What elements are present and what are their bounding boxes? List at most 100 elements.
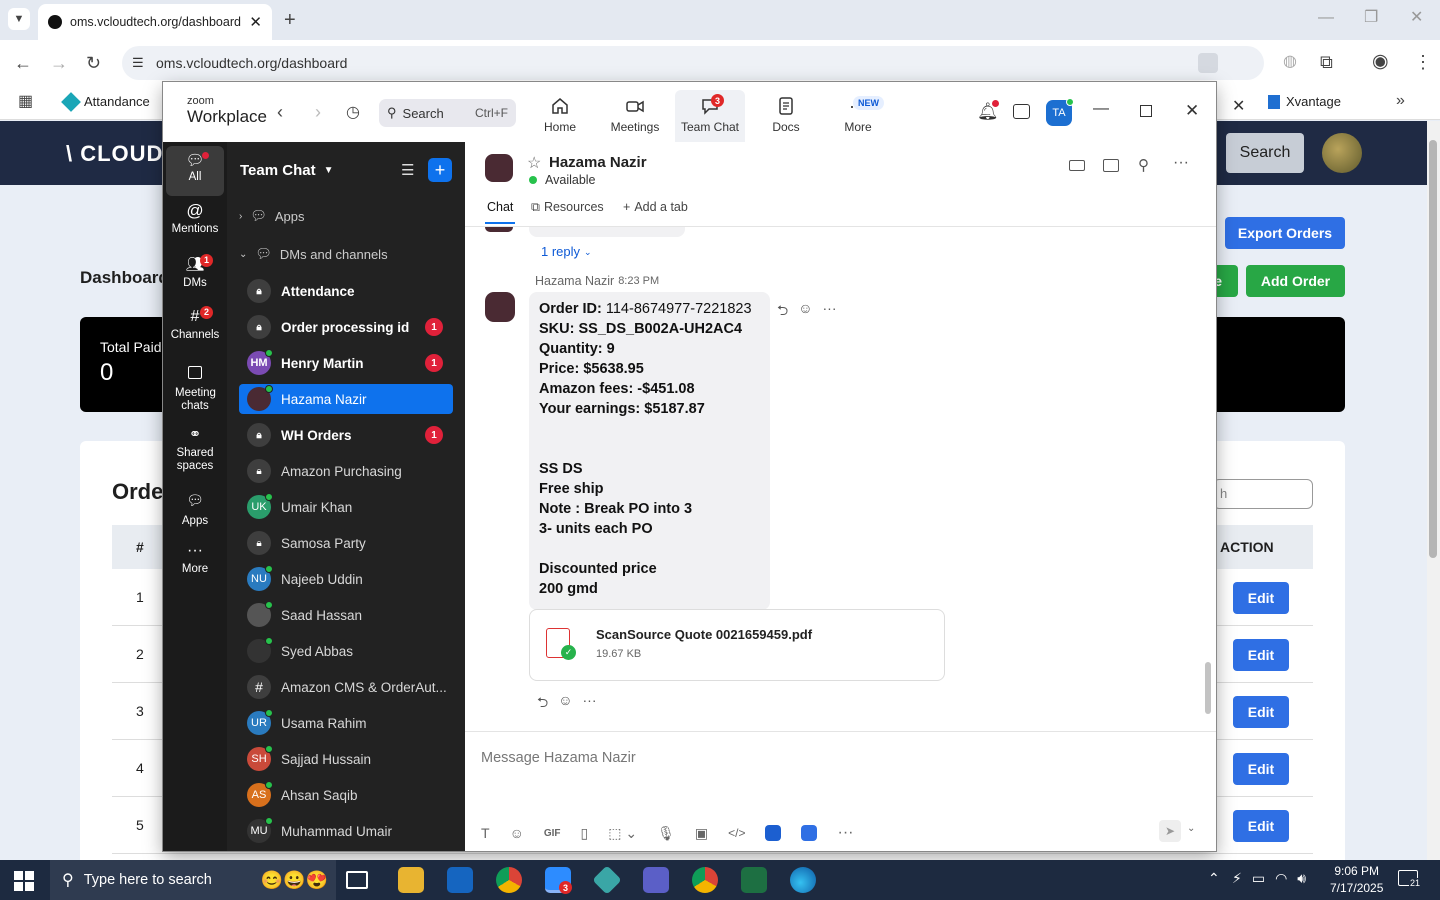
emoji-icon[interactable]: ☺ xyxy=(510,825,524,841)
message-input[interactable]: Message Hazama Nazir xyxy=(481,750,636,766)
more-bookmarks-icon[interactable]: » xyxy=(1396,93,1405,109)
more-actions-icon[interactable]: ··· xyxy=(823,300,837,324)
rail-all[interactable]: 💬︎ All xyxy=(166,146,224,196)
zoom-maximize-icon[interactable] xyxy=(1140,105,1152,117)
profile-icon[interactable]: ◉ xyxy=(1372,52,1389,71)
new-tab-icon[interactable]: + xyxy=(284,10,296,30)
gif-icon[interactable]: GIF xyxy=(544,828,561,839)
contact-avatar[interactable] xyxy=(485,154,513,182)
bookmark-attandance[interactable]: Attandance xyxy=(61,91,150,112)
window-close-icon[interactable]: ✕ xyxy=(1410,10,1423,26)
channel-item[interactable]: MU Muhammad Umair xyxy=(239,816,453,846)
tab-list-icon[interactable]: ▼ xyxy=(8,8,30,30)
section-dms-channels[interactable]: ⌄ 💬︎ DMs and channels xyxy=(239,246,388,262)
channel-item[interactable]: 🔒︎ WH Orders 1 xyxy=(239,420,453,450)
outlook-icon[interactable] xyxy=(447,867,473,893)
screenshot-icon[interactable]: ⬚ ⌄ xyxy=(608,825,637,842)
code-snippet-icon[interactable]: </> xyxy=(728,826,745,840)
attach-file-icon[interactable]: ▯ xyxy=(581,825,589,842)
more-actions-icon[interactable]: ··· xyxy=(583,692,597,716)
volume-icon[interactable]: 🔊︎ xyxy=(1297,870,1306,887)
microphone-icon[interactable]: 🎙︎ xyxy=(657,825,675,842)
export-orders-button[interactable]: Export Orders xyxy=(1225,217,1345,249)
user-avatar-ta[interactable]: TA xyxy=(1046,98,1074,126)
file-attachment[interactable]: ✓ ScanSource Quote 0021659459.pdf 19.67 … xyxy=(529,609,945,681)
channel-item[interactable]: UK Umair Khan xyxy=(239,492,453,522)
edit-button[interactable]: Edit xyxy=(1233,582,1289,614)
tab-more[interactable]: ··· NEW More xyxy=(827,90,889,142)
reply-icon[interactable]: ⮌ xyxy=(537,692,548,716)
channel-item[interactable]: UR Usama Rahim xyxy=(239,708,453,738)
chat-search-icon[interactable]: ⚲ xyxy=(1138,156,1149,174)
sidebar-title[interactable]: Team Chat ▼ xyxy=(240,162,333,179)
more-tools-icon[interactable]: ··· xyxy=(837,824,853,842)
channel-item[interactable]: # Amazon CMS & OrderAut... xyxy=(239,672,453,702)
tab-home[interactable]: Home xyxy=(531,90,589,142)
page-scroll-thumb[interactable] xyxy=(1429,140,1437,558)
chrome-profile-icon[interactable] xyxy=(692,867,718,893)
taskbar-clock[interactable]: 9:06 PM 7/17/2025 xyxy=(1330,863,1383,897)
edge-icon[interactable] xyxy=(790,867,816,893)
excel-icon[interactable] xyxy=(741,867,767,893)
calendar-icon[interactable] xyxy=(1013,104,1030,119)
rail-channels[interactable]: # 2 Channels xyxy=(166,306,224,356)
add-order-button[interactable]: Add Order xyxy=(1246,265,1345,297)
rail-shared-spaces[interactable]: ⚭ Shared spaces xyxy=(166,427,224,484)
tab-resources[interactable]: ⧉ Resources xyxy=(531,200,604,215)
file-explorer-icon[interactable] xyxy=(398,867,424,893)
send-button[interactable]: ➤ xyxy=(1159,820,1181,842)
share-screen-icon[interactable] xyxy=(1103,159,1119,172)
tab-add[interactable]: + Add a tab xyxy=(623,200,688,214)
filter-icon[interactable]: ☰ xyxy=(401,161,414,179)
window-minimize-icon[interactable]: — xyxy=(1318,10,1334,26)
channel-item[interactable]: SH Sajjad Hussain xyxy=(239,744,453,774)
video-message-icon[interactable]: ▣ xyxy=(695,825,708,842)
edit-button[interactable]: Edit xyxy=(1233,696,1289,728)
extensions-icon[interactable]: ⧉ xyxy=(1320,53,1333,71)
edit-button[interactable]: Edit xyxy=(1233,753,1289,785)
rail-meeting-chats[interactable]: Meeting chats xyxy=(166,364,224,420)
forward-icon[interactable]: → xyxy=(50,54,68,72)
emoji-react-icon[interactable]: ☺ xyxy=(558,692,572,716)
section-apps[interactable]: › 💬︎ Apps xyxy=(239,208,305,224)
user-avatar[interactable] xyxy=(1322,133,1362,173)
rail-more[interactable]: ··· More xyxy=(166,543,224,590)
task-view-icon[interactable] xyxy=(346,871,368,889)
teams-icon[interactable] xyxy=(643,867,669,893)
chat-scroll-thumb[interactable] xyxy=(1205,662,1211,714)
notification-center-icon[interactable]: 21 xyxy=(1398,870,1422,888)
zoom-close-icon[interactable]: ✕ xyxy=(1185,101,1199,121)
zoom-taskbar-icon[interactable]: 3 xyxy=(545,867,572,894)
reply-count-link[interactable]: 1 reply ⌄ xyxy=(541,244,592,259)
sender-avatar[interactable] xyxy=(485,292,515,322)
tab-meetings[interactable]: Meetings xyxy=(603,90,667,142)
tab-docs[interactable]: Docs xyxy=(757,90,815,142)
apps-grid-icon[interactable]: ▦ xyxy=(18,94,33,110)
site-info-icon[interactable]: ☰ xyxy=(132,55,144,71)
tray-app-icon[interactable]: ⚡︎ xyxy=(1232,870,1242,887)
rail-dms[interactable]: 👥︎ 1 DMs xyxy=(166,254,224,304)
channel-item[interactable]: 🔒︎ Order processing id 1 xyxy=(239,312,453,342)
chrome-icon[interactable] xyxy=(496,867,522,893)
extension-close-icon[interactable]: ✕ xyxy=(1232,96,1245,116)
wifi-icon[interactable]: ◠ xyxy=(1275,870,1287,887)
channel-item[interactable]: Saad Hassan xyxy=(239,600,453,630)
channel-item[interactable]: 🔒︎ Attendance xyxy=(239,276,453,306)
video-call-icon[interactable] xyxy=(1069,160,1085,171)
start-button[interactable] xyxy=(14,871,34,891)
back-icon[interactable]: ← xyxy=(14,54,32,72)
translate-icon[interactable]: ◍ xyxy=(1283,54,1297,70)
new-chat-button[interactable]: + xyxy=(428,158,452,182)
app-diamond-icon[interactable] xyxy=(592,865,622,895)
channel-item[interactable]: NU Najeeb Uddin xyxy=(239,564,453,594)
tab-team-chat[interactable]: 3 Team Chat xyxy=(675,90,745,142)
channel-item[interactable]: 🔒︎ Amazon Purchasing xyxy=(239,456,453,486)
page-action-icon[interactable] xyxy=(1198,53,1218,73)
window-restore-icon[interactable]: ❐ xyxy=(1364,10,1378,26)
app-icon-1[interactable] xyxy=(765,825,782,841)
network-icon[interactable]: ▭ xyxy=(1252,870,1265,887)
bookmark-xvantage[interactable]: Xvantage xyxy=(1268,94,1341,109)
browser-menu-icon[interactable]: ⋮ xyxy=(1414,53,1432,71)
edit-button[interactable]: Edit xyxy=(1233,810,1289,842)
zoom-search-box[interactable]: ⚲ Search Ctrl+F xyxy=(379,99,516,127)
